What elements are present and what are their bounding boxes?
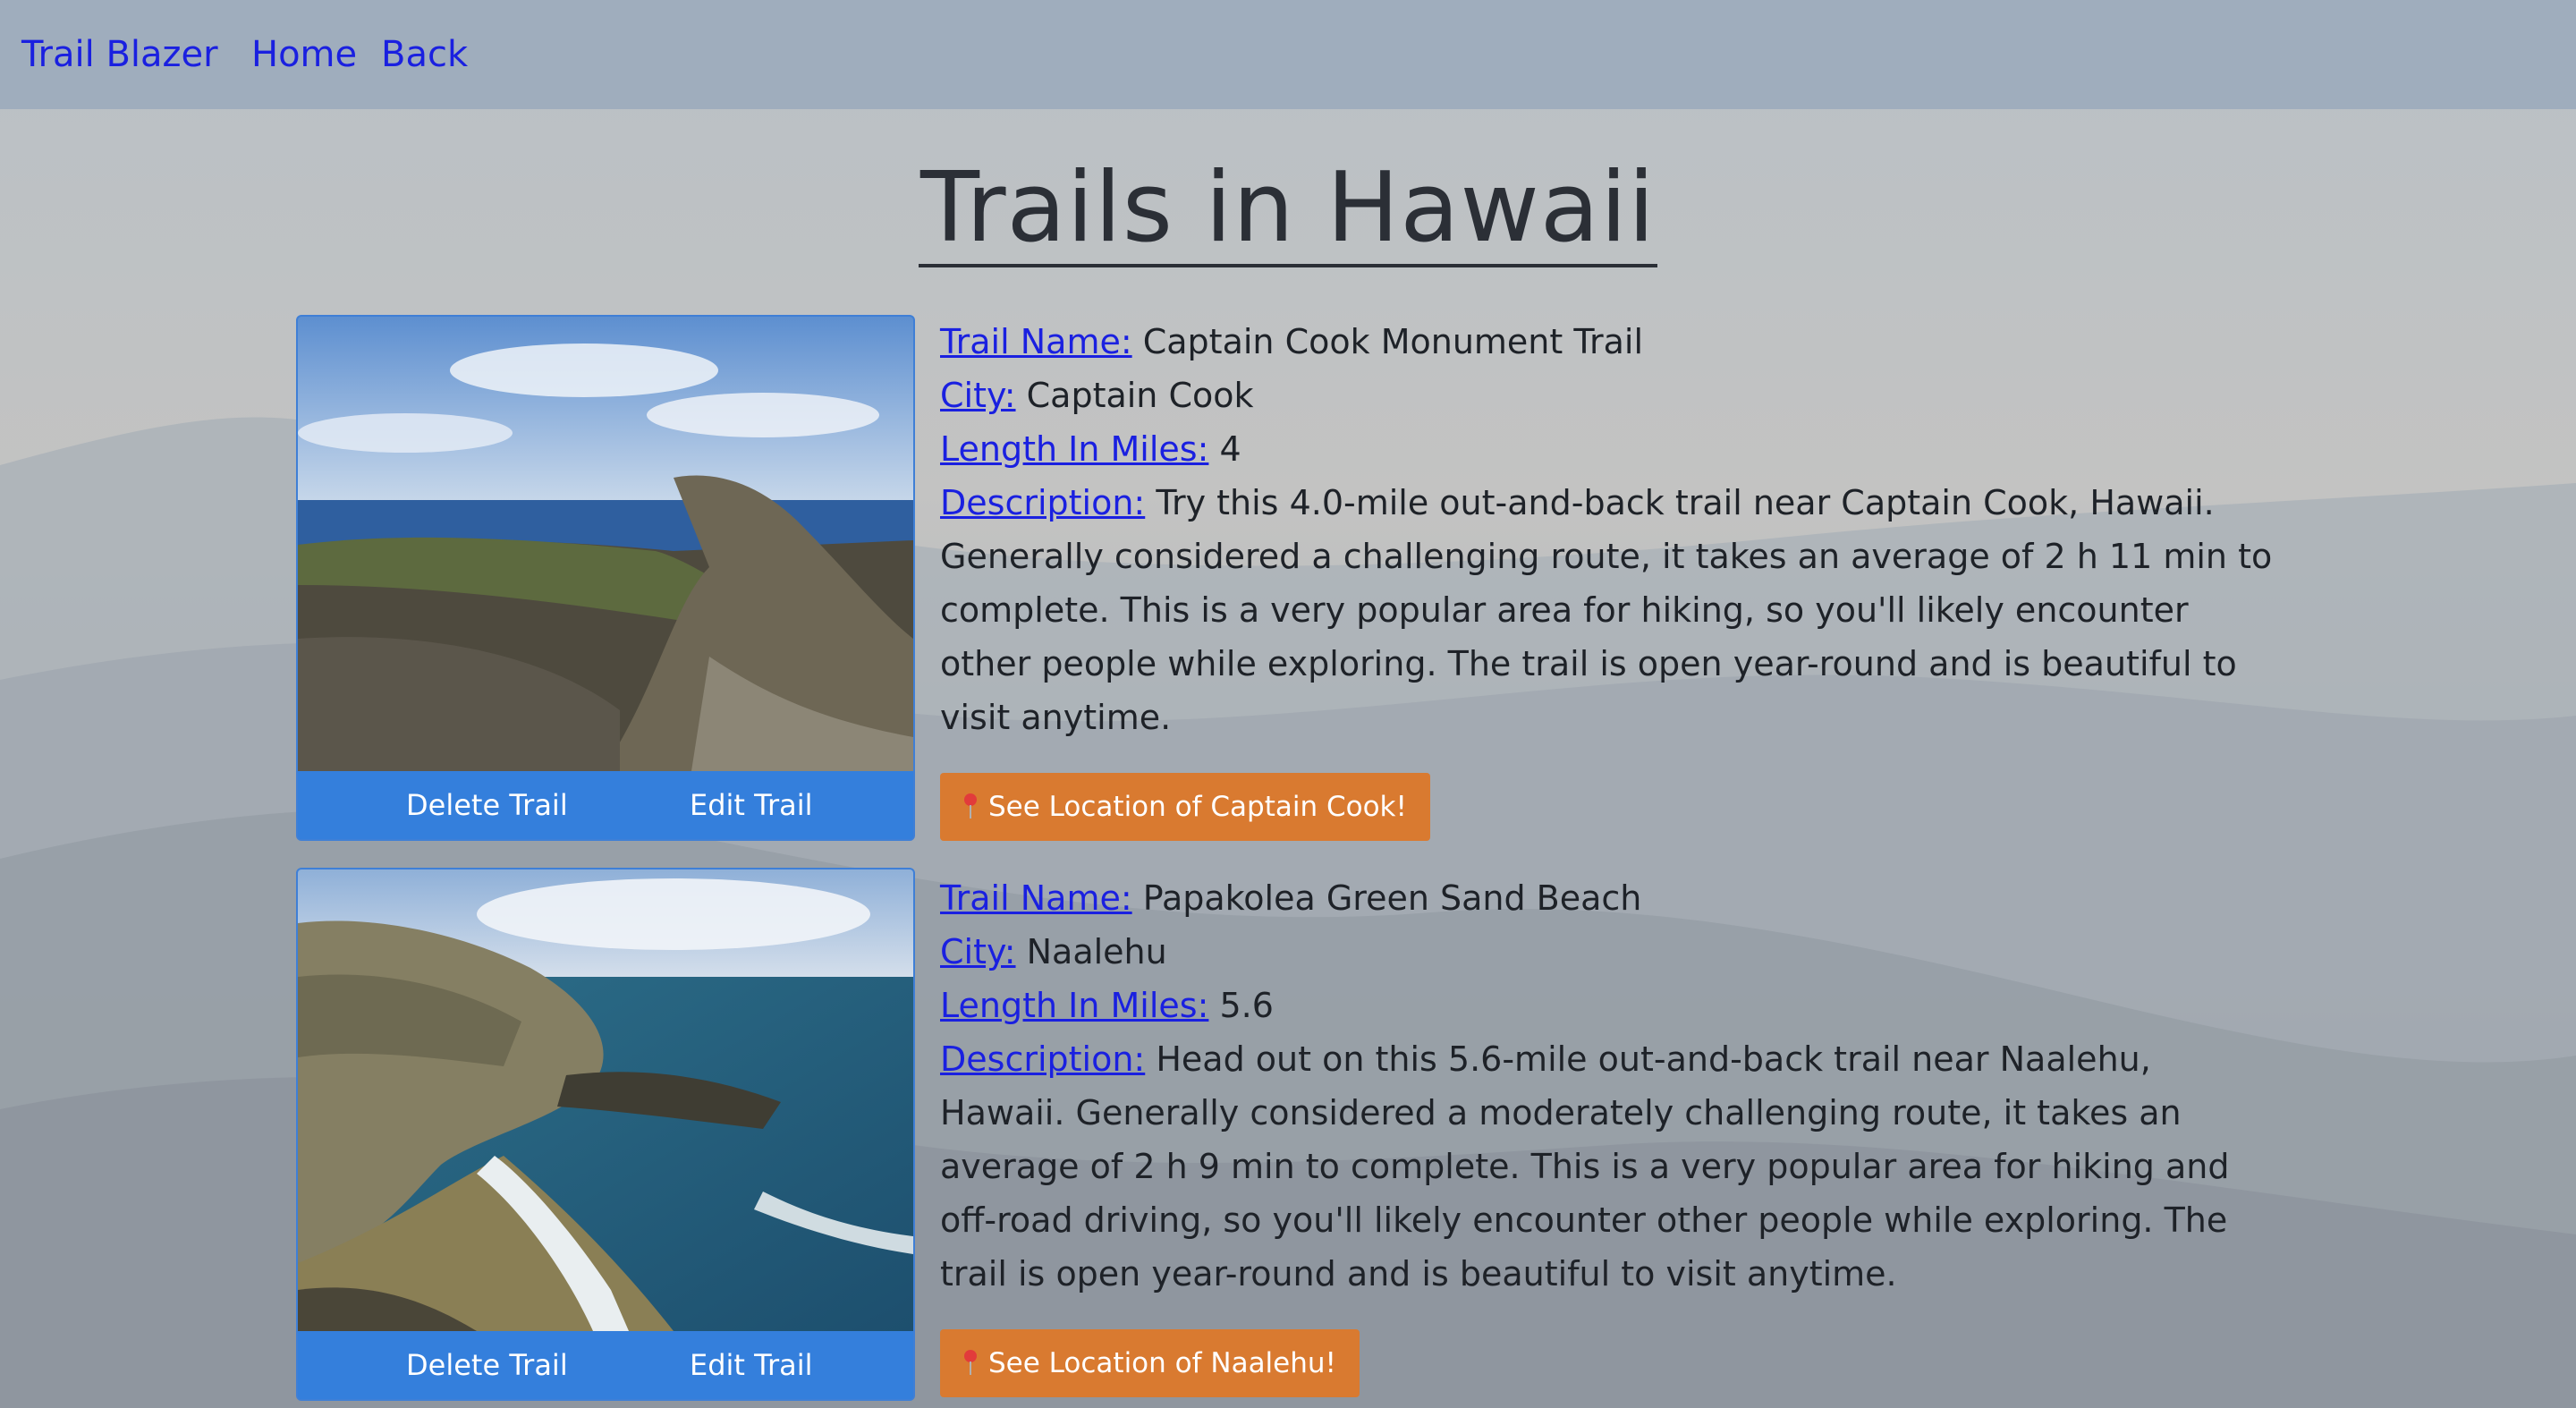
length-label[interactable]: Length In Miles: (940, 429, 1208, 469)
city-row: City: Naalehu (940, 925, 2282, 979)
brand-link[interactable]: Trail Blazer (21, 28, 218, 81)
length-value: 5.6 (1219, 986, 1274, 1025)
trail-name-label[interactable]: Trail Name: (940, 878, 1132, 918)
nav-back-link[interactable]: Back (381, 28, 468, 81)
city-label[interactable]: City: (940, 376, 1016, 415)
edit-trail-button[interactable]: Edit Trail (690, 1331, 813, 1399)
trail-name-row: Trail Name: Papakolea Green Sand Beach (940, 871, 2282, 925)
see-location-button[interactable]: See Location of Captain Cook! (940, 773, 1430, 841)
edit-trail-button[interactable]: Edit Trail (690, 771, 813, 839)
description-label[interactable]: Description: (940, 483, 1145, 522)
length-label[interactable]: Length In Miles: (940, 986, 1208, 1025)
trail-card: Delete Trail Edit Trail (296, 315, 915, 841)
delete-trail-button[interactable]: Delete Trail (406, 1331, 568, 1399)
trail-details: Trail Name: Papakolea Green Sand Beach C… (940, 871, 2282, 1301)
length-row: Length In Miles: 5.6 (940, 979, 2282, 1032)
length-row: Length In Miles: 4 (940, 422, 2282, 476)
trail-name-value: Captain Cook Monument Trail (1142, 322, 1644, 361)
city-label[interactable]: City: (940, 932, 1016, 971)
trail-photo (298, 317, 913, 771)
description-label[interactable]: Description: (940, 1039, 1145, 1079)
city-value: Captain Cook (1026, 376, 1254, 415)
city-value: Naalehu (1026, 932, 1167, 971)
trail-card: Delete Trail Edit Trail (296, 868, 915, 1401)
map-pin-icon (964, 1350, 977, 1375)
trail-name-label[interactable]: Trail Name: (940, 322, 1132, 361)
map-pin-icon (964, 793, 977, 819)
description-row: Description: Try this 4.0-mile out-and-b… (940, 476, 2282, 744)
description-row: Description: Head out on this 5.6-mile o… (940, 1032, 2282, 1301)
trail-details: Trail Name: Captain Cook Monument Trail … (940, 315, 2282, 744)
page-title-text: Trails in Hawaii (919, 152, 1657, 267)
city-row: City: Captain Cook (940, 369, 2282, 422)
card-actions: Delete Trail Edit Trail (298, 1331, 913, 1399)
length-value: 4 (1219, 429, 1241, 469)
delete-trail-button[interactable]: Delete Trail (406, 771, 568, 839)
card-actions: Delete Trail Edit Trail (298, 771, 913, 839)
trail-photo (298, 869, 913, 1331)
see-location-label: See Location of Naalehu! (988, 1347, 1336, 1379)
nav-home-link[interactable]: Home (251, 28, 357, 81)
top-navbar: Trail Blazer Home Back (0, 0, 2576, 109)
see-location-button[interactable]: See Location of Naalehu! (940, 1329, 1360, 1397)
trail-name-value: Papakolea Green Sand Beach (1142, 878, 1642, 918)
page-title: Trails in Hawaii (0, 150, 2576, 267)
trail-name-row: Trail Name: Captain Cook Monument Trail (940, 315, 2282, 369)
see-location-label: See Location of Captain Cook! (988, 791, 1407, 823)
